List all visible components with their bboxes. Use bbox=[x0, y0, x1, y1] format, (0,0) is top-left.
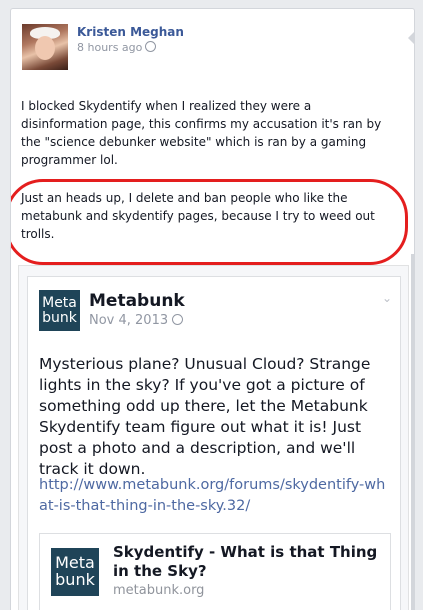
post-pointer bbox=[408, 31, 414, 45]
shared-date: Nov 4, 2013 bbox=[89, 313, 184, 328]
post-time[interactable]: 8 hours ago bbox=[77, 41, 142, 54]
chevron-down-icon[interactable]: ⌄ bbox=[382, 291, 392, 305]
scrollbar[interactable] bbox=[411, 254, 414, 610]
shared-text: Mysterious plane? Unusual Cloud? Strange… bbox=[39, 355, 371, 478]
card-domain: metabunk.org bbox=[113, 583, 205, 598]
link-preview-card[interactable]: Meta bunk Skydentify - What is that Thin… bbox=[39, 533, 391, 610]
shared-link[interactable]: http://www.metabunk.org/forums/skydentif… bbox=[39, 475, 389, 517]
metabunk-logo[interactable]: Meta bunk bbox=[39, 290, 80, 331]
post-paragraph-1: I blocked Skydentify when I realized the… bbox=[21, 99, 382, 167]
red-annotation-ellipse bbox=[11, 179, 408, 265]
shared-post: Meta bunk Metabunk Nov 4, 2013 ⌄ Mysteri… bbox=[27, 276, 401, 610]
shared-post-container: Meta bunk Metabunk Nov 4, 2013 ⌄ Mysteri… bbox=[18, 265, 409, 610]
card-title[interactable]: Skydentify - What is that Thing in the S… bbox=[113, 543, 383, 581]
avatar[interactable] bbox=[22, 24, 68, 70]
post-meta: 8 hours ago bbox=[77, 41, 157, 54]
globe-icon bbox=[145, 41, 157, 52]
globe-icon bbox=[172, 314, 184, 325]
page-name[interactable]: Metabunk bbox=[89, 291, 185, 311]
facebook-post: Kristen Meghan 8 hours ago I blocked Sky… bbox=[10, 8, 415, 610]
card-logo: Meta bunk bbox=[51, 548, 99, 596]
author-name[interactable]: Kristen Meghan bbox=[77, 25, 184, 39]
